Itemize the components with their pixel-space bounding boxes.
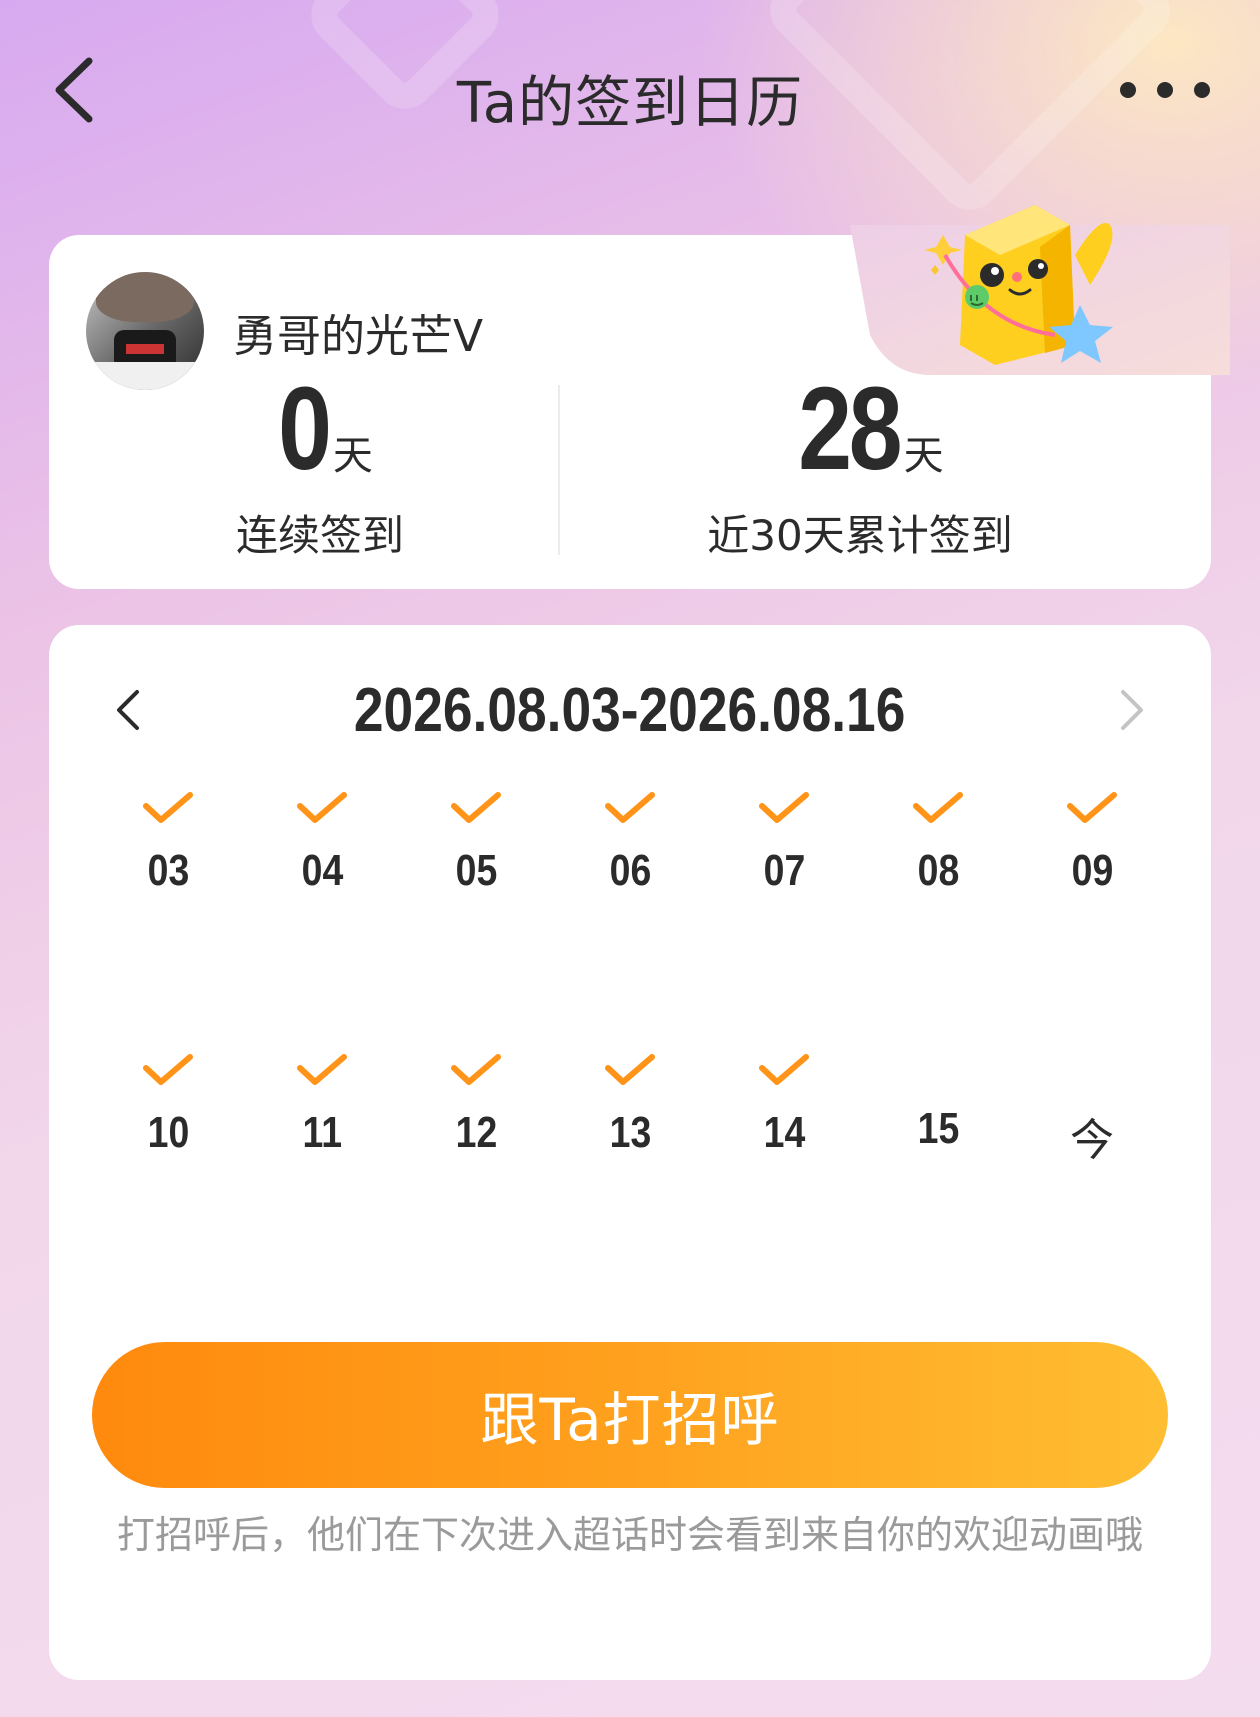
checkmark-icon — [759, 792, 809, 823]
checkmark-icon — [1067, 792, 1117, 823]
calendar-day-label: 14 — [763, 1108, 805, 1157]
calendar-day: 03 — [108, 790, 228, 896]
calendar-day-label: 10 — [147, 1108, 189, 1157]
calendar-day: 今 — [1032, 1104, 1152, 1168]
greet-hint: 打招呼后，他们在下次进入超话时会看到来自你的欢迎动画哦 — [116, 1513, 1143, 1557]
more-dots-icon — [1120, 82, 1136, 98]
total-stat: 28 天 近30天累计签到 — [660, 370, 1060, 563]
total-unit: 天 — [903, 433, 944, 479]
date-range: 2026.08.03-2026.08.16 — [354, 676, 906, 745]
greet-button[interactable]: 跟Ta打招呼 — [92, 1342, 1168, 1488]
checkmark-icon — [297, 792, 347, 823]
user-name[interactable]: 勇哥的光芒V — [233, 300, 483, 364]
streak-stat: 0天 连续签到 — [170, 370, 470, 563]
calendar-day-label: 12 — [455, 1108, 497, 1157]
calendar-day-label: 今 — [1070, 1115, 1114, 1166]
checkmark-icon — [451, 792, 501, 823]
calendar-day: 10 — [108, 1052, 228, 1158]
checkmark-icon — [759, 1054, 809, 1085]
checkmark-icon — [451, 1054, 501, 1085]
checkmark-icon — [297, 1054, 347, 1085]
calendar-day: 07 — [724, 790, 844, 896]
calendar-day: 08 — [878, 790, 998, 896]
calendar-day-label: 04 — [301, 846, 343, 895]
more-button[interactable] — [1120, 70, 1210, 110]
checkmark-icon — [605, 1054, 655, 1085]
checkmark-icon — [605, 792, 655, 823]
calendar-day-label: 06 — [609, 846, 651, 895]
calendar-day: 15 — [878, 1104, 998, 1154]
streak-label: 连续签到 — [235, 511, 404, 560]
calendar-day: 09 — [1032, 790, 1152, 896]
checkmark-icon — [913, 792, 963, 823]
page-title: Ta的签到日历 — [456, 71, 804, 136]
calendar-day-label: 11 — [302, 1108, 342, 1157]
streak-value: 0 — [278, 363, 332, 495]
checkmark-icon — [143, 792, 193, 823]
total-label: 近30天累计签到 — [707, 511, 1013, 560]
calendar-day-label: 03 — [147, 846, 189, 895]
calendar-day: 11 — [262, 1052, 382, 1158]
calendar-day: 14 — [724, 1052, 844, 1158]
stats-divider — [558, 385, 560, 555]
calendar-day-label: 15 — [917, 1104, 959, 1153]
calendar-day: 12 — [416, 1052, 536, 1158]
calendar-day: 05 — [416, 790, 536, 896]
streak-unit: 天 — [332, 433, 373, 479]
calendar-day-label: 13 — [609, 1108, 651, 1157]
next-range-button[interactable] — [1102, 680, 1162, 740]
calendar-day: 13 — [570, 1052, 690, 1158]
calendar-day-label: 05 — [455, 846, 497, 895]
calendar-day-label: 08 — [917, 846, 959, 895]
calendar-day: 06 — [570, 790, 690, 896]
calendar-day: 04 — [262, 790, 382, 896]
top-bar: Ta的签到日历 — [0, 0, 1260, 190]
total-value: 28 — [798, 363, 903, 495]
calendar-day-label: 09 — [1071, 846, 1113, 895]
calendar-day-label: 07 — [763, 846, 805, 895]
chevron-right-icon — [1121, 690, 1143, 730]
checkmark-icon — [143, 1054, 193, 1085]
